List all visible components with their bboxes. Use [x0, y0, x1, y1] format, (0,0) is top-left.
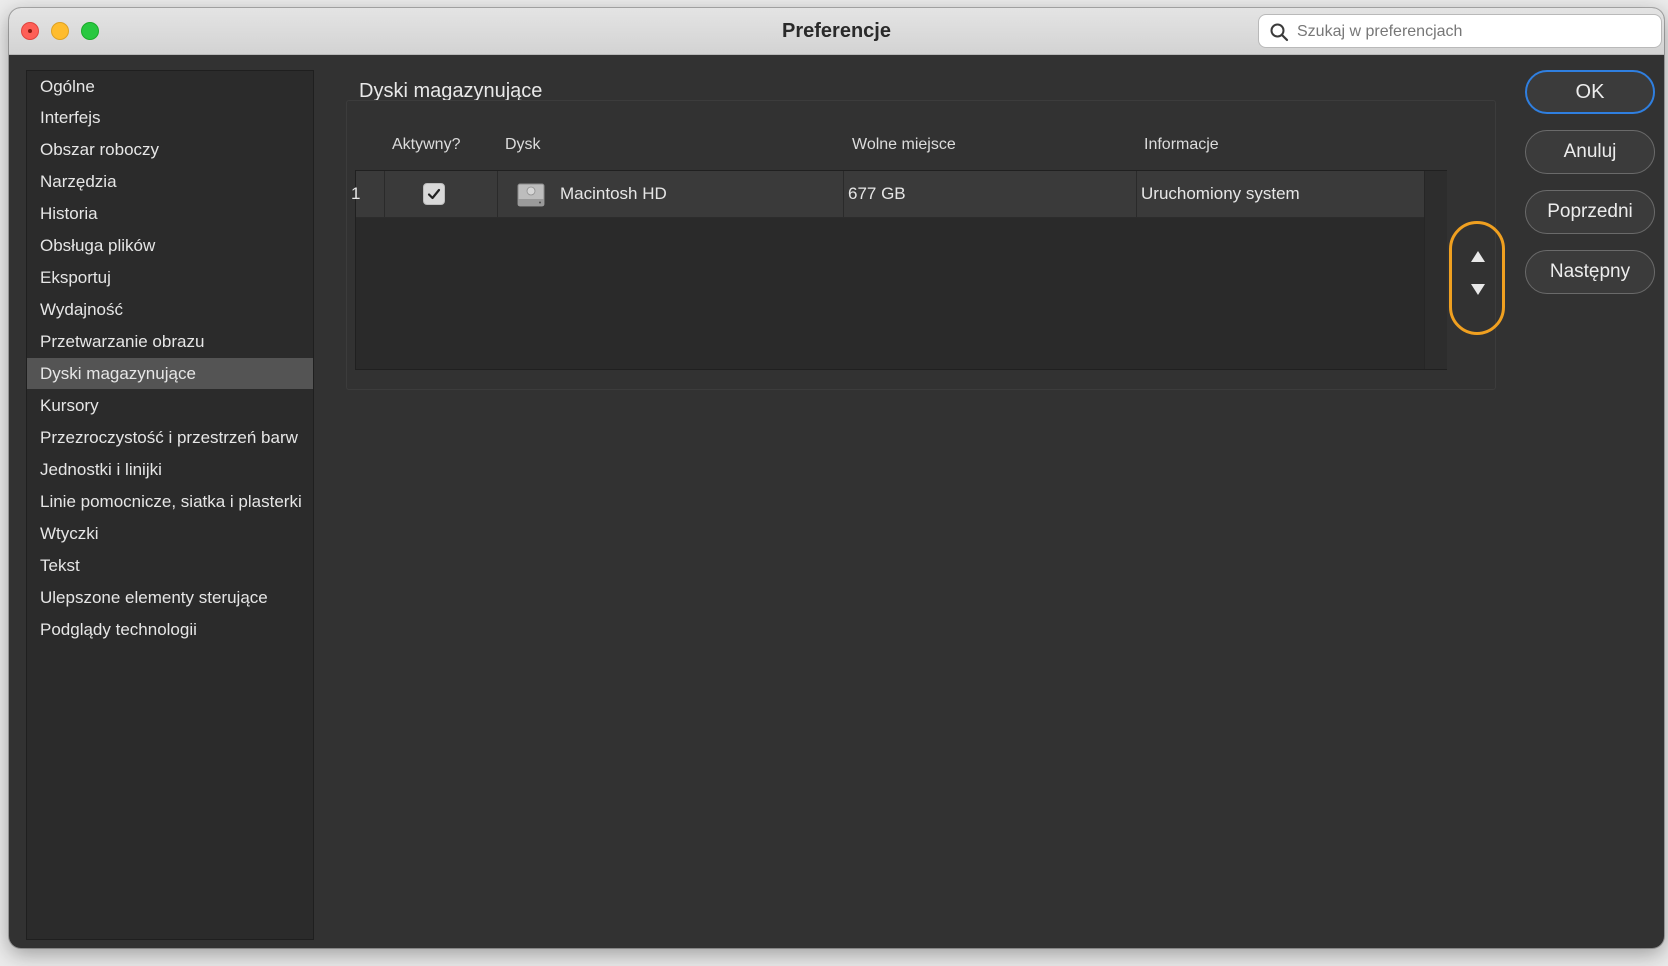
cell-divider	[384, 171, 385, 217]
free-space-value: 677 GB	[848, 184, 906, 203]
sidebar-item-interfejs[interactable]: Interfejs	[27, 102, 313, 133]
triangle-down-icon	[1471, 284, 1485, 295]
move-up-button[interactable]	[1467, 246, 1489, 268]
sidebar-item-historia[interactable]: Historia	[27, 198, 313, 229]
sidebar-item-wtyczki[interactable]: Wtyczki	[27, 518, 313, 549]
preferences-window: Preferencje Ogólne Interfejs Obszar robo…	[9, 8, 1664, 948]
triangle-up-icon	[1471, 251, 1485, 262]
cancel-button[interactable]: Anuluj	[1525, 130, 1655, 174]
column-header-active: Aktywny?	[392, 136, 461, 153]
sidebar-item-ogolne[interactable]: Ogólne	[27, 71, 313, 102]
checkmark-icon	[427, 188, 441, 200]
cell-divider	[497, 171, 498, 217]
disk-info: Uruchomiony system	[1141, 184, 1300, 203]
move-down-button[interactable]	[1467, 278, 1489, 300]
sidebar-item-ulepszone-elementy[interactable]: Ulepszone elementy sterujące	[27, 582, 313, 613]
hard-drive-icon	[517, 183, 545, 207]
search-icon	[1270, 23, 1289, 42]
sidebar-item-kursory[interactable]: Kursory	[27, 390, 313, 421]
search-input[interactable]	[1295, 19, 1649, 45]
search-field[interactable]	[1258, 14, 1662, 48]
sidebar-item-tekst[interactable]: Tekst	[27, 550, 313, 581]
sidebar-item-narzedzia[interactable]: Narzędzia	[27, 166, 313, 197]
preferences-sidebar: Ogólne Interfejs Obszar roboczy Narzędzi…	[26, 70, 314, 940]
sidebar-item-linie-pomocnicze[interactable]: Linie pomocnicze, siatka i plasterki	[27, 486, 313, 517]
active-checkbox[interactable]	[423, 183, 445, 205]
column-header-disk: Dysk	[505, 136, 541, 153]
ok-button[interactable]: OK	[1525, 70, 1655, 114]
sidebar-item-obsluga-plikow[interactable]: Obsługa plików	[27, 230, 313, 261]
cell-divider	[1136, 171, 1137, 217]
next-button[interactable]: Następny	[1525, 250, 1655, 294]
cell-divider	[843, 171, 844, 217]
sidebar-item-jednostki-i-linijki[interactable]: Jednostki i linijki	[27, 454, 313, 485]
sidebar-item-wydajnosc[interactable]: Wydajność	[27, 294, 313, 325]
sidebar-item-eksportuj[interactable]: Eksportuj	[27, 262, 313, 293]
sidebar-item-przezroczystosc[interactable]: Przezroczystość i przestrzeń barw	[27, 422, 313, 453]
title-bar: Preferencje	[9, 8, 1664, 55]
column-header-free-space: Wolne miejsce	[852, 136, 956, 153]
table-scrollbar[interactable]	[1424, 171, 1447, 369]
sidebar-item-obszar-roboczy[interactable]: Obszar roboczy	[27, 134, 313, 165]
disk-name: Macintosh HD	[560, 184, 667, 203]
row-index: 1	[351, 184, 361, 203]
sidebar-item-podglady-technologii[interactable]: Podglądy technologii	[27, 614, 313, 645]
column-header-info: Informacje	[1144, 136, 1219, 153]
sidebar-item-przetwarzanie-obrazu[interactable]: Przetwarzanie obrazu	[27, 326, 313, 357]
previous-button[interactable]: Poprzedni	[1525, 190, 1655, 234]
sidebar-item-dyski-magazynujace[interactable]: Dyski magazynujące	[27, 358, 313, 389]
